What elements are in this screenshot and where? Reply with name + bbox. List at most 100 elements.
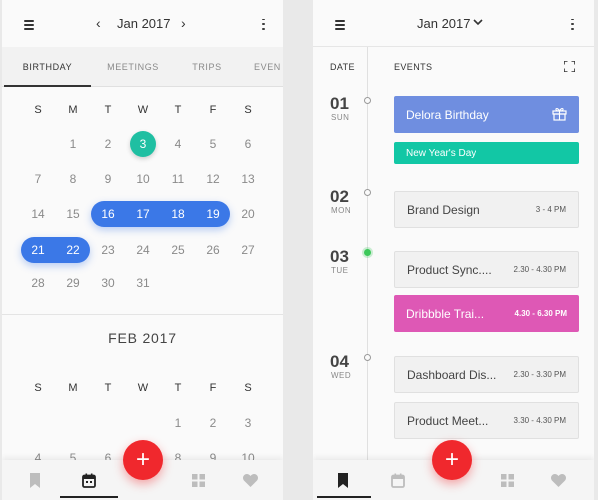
- timeline-dot: [364, 354, 371, 361]
- timeline-dot-current: [364, 249, 371, 256]
- day-cell[interactable]: 22: [61, 240, 85, 260]
- event-card[interactable]: Dashboard Dis... 2.30 - 3.30 PM: [394, 356, 579, 393]
- day-cell[interactable]: 16: [96, 204, 120, 224]
- weekday-label: S: [34, 382, 42, 394]
- menu-icon[interactable]: [22, 18, 36, 32]
- nav-active-indicator: [317, 496, 371, 498]
- event-time: 4.30 - 6.30 PM: [514, 309, 567, 318]
- heart-icon[interactable]: [230, 460, 270, 500]
- more-options-icon[interactable]: [569, 17, 575, 31]
- day-cell[interactable]: 5: [201, 134, 225, 154]
- day-cell[interactable]: 2: [96, 134, 120, 154]
- menu-icon[interactable]: [333, 18, 347, 32]
- month-title[interactable]: Jan 2017: [417, 16, 471, 31]
- tab-events[interactable]: EVEN: [254, 47, 283, 87]
- day-cell[interactable]: 25: [166, 240, 190, 260]
- tab-meetings[interactable]: MEETINGS: [98, 47, 168, 87]
- event-title: New Year's Day: [406, 147, 477, 159]
- fullscreen-icon[interactable]: [564, 61, 575, 72]
- day-cell[interactable]: 1: [61, 134, 85, 154]
- day-cell[interactable]: 24: [131, 240, 155, 260]
- day-cell[interactable]: 30: [96, 273, 120, 293]
- day-cell[interactable]: 13: [236, 169, 260, 189]
- event-title: Delora Birthday: [406, 107, 489, 122]
- event-card[interactable]: Product Sync.... 2.30 - 4.30 PM: [394, 251, 579, 288]
- event-card[interactable]: Product Meet... 3.30 - 4.30 PM: [394, 402, 579, 439]
- day-cell[interactable]: 4: [166, 134, 190, 154]
- day-cell[interactable]: 31: [131, 273, 155, 293]
- day-cell[interactable]: 14: [26, 204, 50, 224]
- week-row: 7 8 9 10 11 12 13: [2, 169, 283, 189]
- add-event-button[interactable]: +: [432, 440, 472, 480]
- event-card[interactable]: Brand Design 3 - 4 PM: [394, 191, 579, 228]
- day-cell[interactable]: 26: [201, 240, 225, 260]
- event-card[interactable]: New Year's Day: [394, 142, 579, 164]
- weekday-label: T: [174, 382, 182, 394]
- day-cell[interactable]: 20: [236, 204, 260, 224]
- app-bar: ‹ Jan 2017 ›: [2, 0, 283, 47]
- event-time: 2.30 - 3.30 PM: [513, 370, 566, 379]
- tab-indicator: [4, 85, 91, 87]
- day-cell[interactable]: 17: [131, 204, 155, 224]
- bookmark-icon[interactable]: [15, 460, 55, 500]
- day-cell[interactable]: 3: [131, 134, 155, 154]
- week-row: 28 29 30 31: [2, 273, 283, 293]
- weekday-label: M: [68, 382, 78, 394]
- date-column-header: DATE: [330, 62, 355, 72]
- chevron-right-icon[interactable]: ›: [181, 15, 186, 31]
- day-cell[interactable]: 6: [236, 134, 260, 154]
- timeline-dot: [364, 189, 371, 196]
- day-cell[interactable]: 2: [201, 413, 225, 433]
- day-cell[interactable]: 21: [26, 240, 50, 260]
- calendar-icon[interactable]: [69, 460, 109, 500]
- day-number: 04: [330, 352, 349, 371]
- event-card[interactable]: Delora Birthday: [394, 96, 579, 133]
- month-calendar-screen: ‹ Jan 2017 › BIRTHDAY MEETINGS TRIPS EVE…: [2, 0, 283, 500]
- day-cell[interactable]: 27: [236, 240, 260, 260]
- day-cell[interactable]: 18: [166, 204, 190, 224]
- more-options-icon[interactable]: [260, 17, 266, 31]
- bookmark-icon[interactable]: [323, 460, 363, 500]
- heart-icon[interactable]: [538, 460, 578, 500]
- week-row: 123: [2, 413, 283, 433]
- weekday-label: T: [104, 382, 112, 394]
- day-cell[interactable]: 19: [201, 204, 225, 224]
- grid-icon[interactable]: [178, 460, 218, 500]
- day-number: 01: [330, 94, 349, 113]
- day-cell[interactable]: 7: [26, 169, 50, 189]
- event-title: Product Meet...: [407, 413, 489, 428]
- day-name: TUE: [331, 266, 349, 275]
- day-cell[interactable]: 28: [26, 273, 50, 293]
- event-time: 3 - 4 PM: [535, 205, 566, 214]
- day-cell[interactable]: 23: [96, 240, 120, 260]
- month-heading-feb: FEB 2017: [108, 330, 177, 346]
- event-card[interactable]: Dribbble Trai... 4.30 - 6.30 PM: [394, 295, 579, 332]
- week-row: [2, 100, 283, 120]
- weekday-label: F: [209, 382, 217, 394]
- add-event-button[interactable]: +: [123, 440, 163, 480]
- chevron-down-icon[interactable]: [473, 19, 483, 26]
- month-divider: [2, 314, 283, 315]
- day-cell[interactable]: 12: [201, 169, 225, 189]
- event-time: 3.30 - 4.30 PM: [513, 416, 566, 425]
- event-title: Product Sync....: [407, 262, 492, 277]
- tab-birthday[interactable]: BIRTHDAY: [4, 47, 91, 87]
- month-title: Jan 2017: [117, 16, 171, 31]
- calendar-icon[interactable]: [378, 460, 418, 500]
- category-tabs: BIRTHDAY MEETINGS TRIPS EVEN: [2, 47, 283, 87]
- event-title: Dashboard Dis...: [407, 367, 497, 382]
- day-cell[interactable]: 29: [61, 273, 85, 293]
- day-cell[interactable]: 3: [236, 413, 260, 433]
- day-cell[interactable]: 8: [61, 169, 85, 189]
- day-cell[interactable]: 11: [166, 169, 190, 189]
- day-cell[interactable]: 15: [61, 204, 85, 224]
- weekday-header-row: SMTWTFS: [2, 378, 283, 398]
- day-cell[interactable]: 10: [131, 169, 155, 189]
- tab-trips[interactable]: TRIPS: [180, 47, 234, 87]
- grid-icon[interactable]: [487, 460, 527, 500]
- app-bar: Jan 2017: [313, 0, 594, 47]
- day-cell[interactable]: 9: [96, 169, 120, 189]
- agenda-screen: Jan 2017 DATE EVENTS 01 SUN 02 MON 03 TU…: [313, 0, 594, 500]
- day-cell[interactable]: 1: [166, 413, 190, 433]
- chevron-left-icon[interactable]: ‹: [96, 15, 101, 31]
